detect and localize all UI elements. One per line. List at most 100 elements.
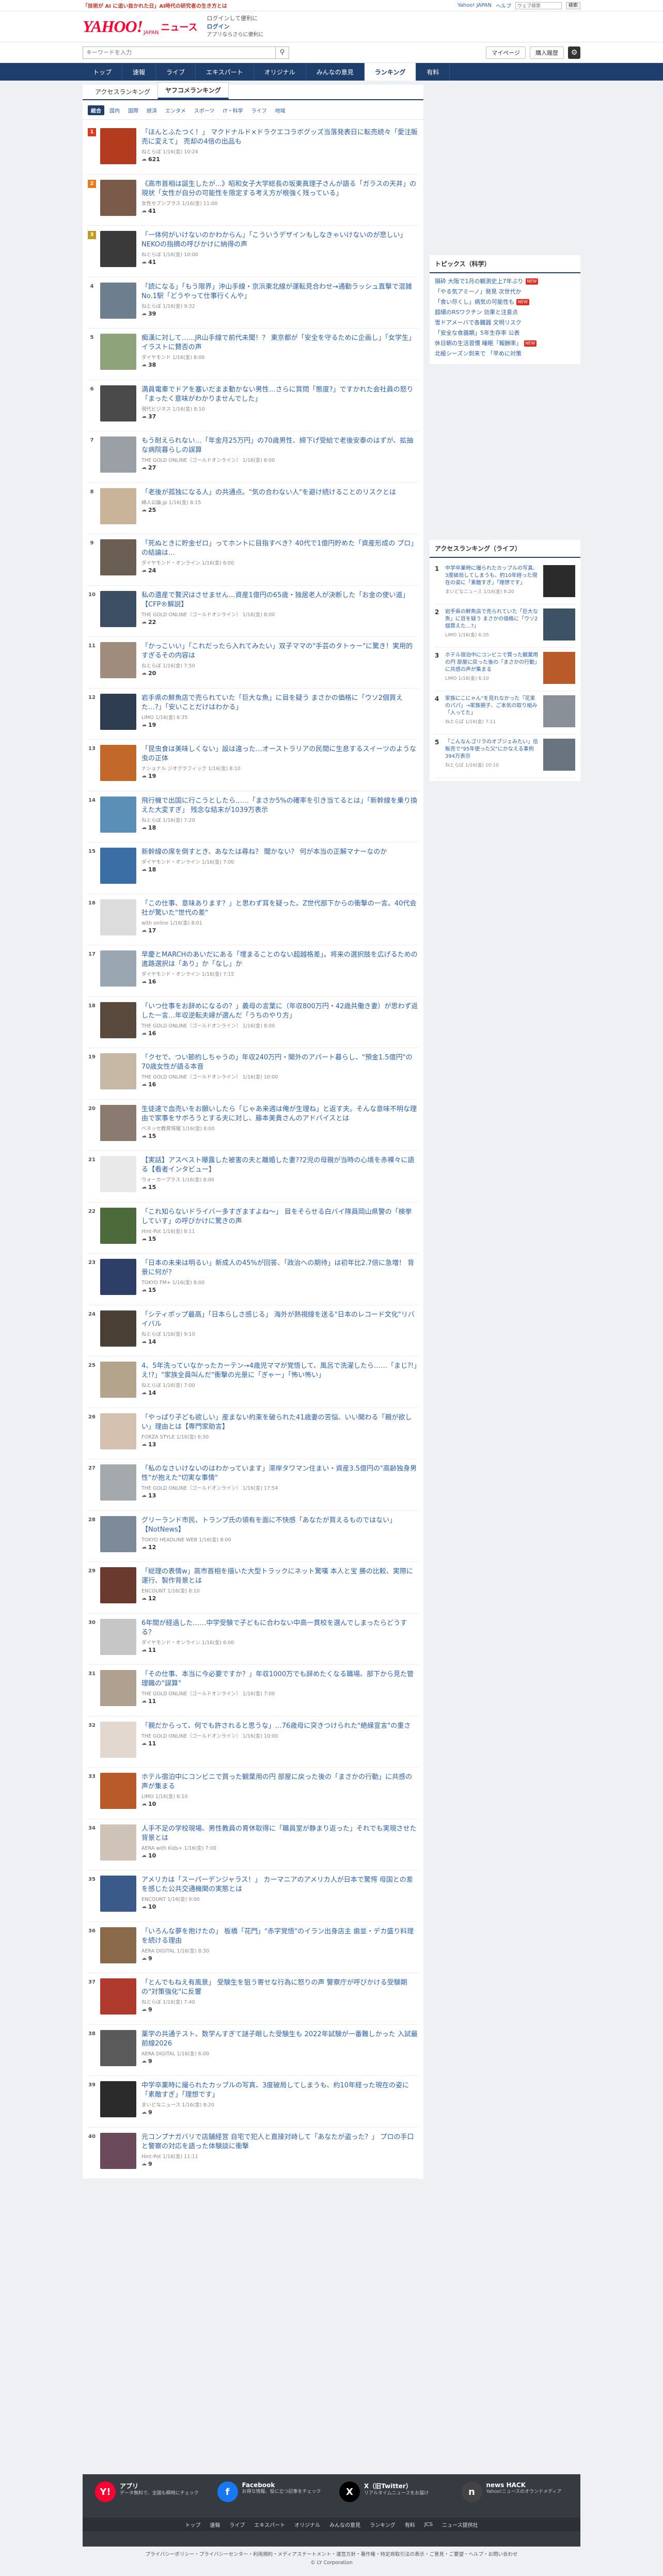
article-thumbnail[interactable] bbox=[100, 1567, 136, 1603]
comment-count[interactable]: ☁ 18 bbox=[141, 824, 418, 831]
article-thumbnail[interactable] bbox=[100, 2029, 136, 2066]
comment-count[interactable]: ☁ 27 bbox=[141, 464, 418, 471]
nav-tab[interactable]: みんなの意見 bbox=[306, 63, 365, 81]
footer-nav-link[interactable]: 速報 bbox=[210, 2521, 220, 2528]
nav-tab[interactable]: オリジナル bbox=[254, 63, 306, 81]
comment-count[interactable]: ☁ 11 bbox=[141, 1698, 418, 1705]
article-title-link[interactable]: アメリカは「スーパーデンジャラス！」 カーマニアのアメリカ人が日本で驚愕 母国と… bbox=[141, 1876, 418, 1894]
article-title-link[interactable]: 満員電車でドアを塞いだまま動かない男性…さらに質問「態度?」ですかれた会社員の怒… bbox=[141, 385, 418, 404]
life-item-title[interactable]: ホテル宿泊中にコンビニで買った観葉用の円 部屋に戻った後の「まさかの行動」に共感… bbox=[445, 652, 540, 674]
news-search-input[interactable] bbox=[83, 46, 275, 58]
comment-count[interactable]: ☁ 10 bbox=[141, 1801, 418, 1807]
article-title-link[interactable]: 早慶とMARCHのあいだにある「埋まることのない超越格差」。将来の選択肢を広げる… bbox=[141, 950, 418, 969]
footer-nav-link[interactable]: ランキング bbox=[370, 2521, 396, 2528]
article-title-link[interactable]: 「死ぬときに貯金ゼロ」ってホントに目指すべき？40代で1億円貯めた「資産形成の … bbox=[141, 539, 418, 558]
article-thumbnail[interactable] bbox=[100, 1053, 136, 1089]
life-item-thumbnail[interactable] bbox=[543, 739, 575, 771]
article-thumbnail[interactable] bbox=[100, 1413, 136, 1449]
article-thumbnail[interactable] bbox=[100, 1156, 136, 1192]
article-title-link[interactable]: もう耐えられない…「年金月25万円」の70歳男性、締下げ受給で老後安泰のはずが、… bbox=[141, 436, 418, 455]
news-label[interactable]: ニュース bbox=[161, 20, 197, 34]
footer-nav-link[interactable]: 有料 bbox=[405, 2521, 415, 2528]
article-thumbnail[interactable] bbox=[100, 1310, 136, 1347]
article-title-link[interactable]: 【実話】アスベスト曝露した被害の夫と離婚した妻??2児の母親が当時の心境を赤裸々… bbox=[141, 1156, 418, 1175]
comment-count[interactable]: ☁ 15 bbox=[141, 1287, 418, 1293]
article-title-link[interactable]: 「ほんとふたつく！」 マクドナルド×ドラクエコラボグッズ当落発表日に転売続々「愛… bbox=[141, 128, 418, 147]
comment-count[interactable]: ☁ 38 bbox=[141, 362, 418, 368]
article-thumbnail[interactable] bbox=[100, 385, 136, 421]
article-thumbnail[interactable] bbox=[100, 745, 136, 781]
life-item-title[interactable]: 「こんなんゴリラのオブジェみたい」信販売で"95年使った父"にかなえる事例 39… bbox=[445, 739, 540, 760]
life-item-thumbnail[interactable] bbox=[543, 695, 575, 727]
comment-count[interactable]: ☁ 10 bbox=[141, 1903, 418, 1910]
article-thumbnail[interactable] bbox=[100, 1259, 136, 1295]
mypage-button[interactable]: マイページ bbox=[486, 46, 526, 59]
life-item-title[interactable]: 岩手県の鮮魚店で売られていた「巨大な魚」に目を疑う まさかの価格に「ウソ2個買え… bbox=[445, 608, 540, 630]
article-title-link[interactable]: 「クセで、つい節約しちゃうの」年収240万円・関外のアパート暮らし、"預金1.5… bbox=[141, 1053, 418, 1072]
topic-item[interactable]: 「食い尽くし」病気の可能性も NEW bbox=[435, 297, 575, 307]
nav-tab[interactable]: エキスパート bbox=[196, 63, 254, 81]
comment-count[interactable]: ☁ 15 bbox=[141, 1184, 418, 1191]
article-title-link[interactable]: 岩手県の鮮魚店で売られていた「巨大な魚」に目を疑う まさかの価格に「ウソ2個買え… bbox=[141, 694, 418, 712]
article-thumbnail[interactable] bbox=[100, 1002, 136, 1038]
nav-tab[interactable]: トップ bbox=[83, 63, 123, 81]
article-thumbnail[interactable] bbox=[100, 1978, 136, 2015]
comment-count[interactable]: ☁ 11 bbox=[141, 1647, 418, 1653]
article-title-link[interactable]: 中学卒業時に撮られたカップルの写真、3度破局してしまうも、約10年経った現在の姿… bbox=[141, 2081, 418, 2100]
article-thumbnail[interactable] bbox=[100, 128, 136, 164]
article-title-link[interactable]: 人手不足の学校現場、男性教員の育休取得に「職員室が静まり返った」それでも実現させ… bbox=[141, 1824, 418, 1843]
article-title-link[interactable]: 私の遺産で贅沢はさせません…資産1億円の65歳・独居老人が決断した「お金の使い道… bbox=[141, 591, 418, 610]
article-thumbnail[interactable] bbox=[100, 693, 136, 730]
life-item-title[interactable]: 中学卒業時に撮られたカップルの写真、3度破局してしまうも、約10年経った現在の姿… bbox=[445, 565, 540, 587]
comment-count[interactable]: ☁ 14 bbox=[141, 1390, 418, 1396]
footer-social-item[interactable]: X X（旧Twitter） リアルタイムニュースをお届け bbox=[339, 2481, 446, 2510]
web-search-input[interactable] bbox=[515, 2, 562, 9]
nav-tab[interactable]: ランキング bbox=[364, 63, 417, 81]
article-thumbnail[interactable] bbox=[100, 1104, 136, 1141]
comment-count[interactable]: ☁ 9 bbox=[141, 2109, 418, 2116]
comment-count[interactable]: ☁ 22 bbox=[141, 619, 418, 626]
article-thumbnail[interactable] bbox=[100, 950, 136, 987]
category-tab[interactable]: 経済 bbox=[144, 105, 160, 115]
topic-item[interactable]: 北極シーズン到来で 「早めに対策 bbox=[435, 349, 575, 359]
life-item-thumbnail[interactable] bbox=[543, 565, 575, 597]
comment-count[interactable]: ☁ 9 bbox=[141, 1955, 418, 1962]
footer-nav-link[interactable]: トップ bbox=[185, 2521, 200, 2528]
tab-access-ranking[interactable]: アクセスランキング bbox=[88, 84, 157, 99]
yahoo-japan-link[interactable]: Yahoo! JAPAN bbox=[457, 3, 492, 8]
article-title-link[interactable]: 元コンプナガバリで店舗経営 自宅で犯人と直接対峙して「あなたが盗った？」 プロの… bbox=[141, 2133, 418, 2151]
article-thumbnail[interactable] bbox=[100, 2081, 136, 2117]
article-thumbnail[interactable] bbox=[100, 1721, 136, 1758]
comment-count[interactable]: ☁ 19 bbox=[141, 722, 418, 728]
article-title-link[interactable]: 「総理の表情w」高市首相を描いた大型トラックにネット驚嘆 本人と宝 勝の比較、実… bbox=[141, 1567, 418, 1586]
category-tab[interactable]: 国内 bbox=[106, 105, 123, 115]
article-thumbnail[interactable] bbox=[100, 1824, 136, 1861]
legal-links[interactable]: プライバシーポリシー・プライバシーセンター・利用規約・メディアステートメント・運… bbox=[0, 2551, 663, 2559]
comment-count[interactable]: ☁ 16 bbox=[141, 1030, 418, 1037]
category-tab[interactable]: ライフ bbox=[248, 105, 270, 115]
article-thumbnail[interactable] bbox=[100, 282, 136, 319]
article-title-link[interactable]: 「日本の未来は明るい」新成人の45%が回答、「政治への期待」は初年比2.7倍に急… bbox=[141, 1259, 418, 1277]
article-thumbnail[interactable] bbox=[100, 2132, 136, 2169]
article-title-link[interactable]: 「これ知らないドライバー多すぎますよね～」 目をそらせる白バイ隊員岡山県警の「検… bbox=[141, 1208, 418, 1226]
topic-item[interactable]: 休日朝の生活習慣 睡眠「報酬率」 NEW bbox=[435, 338, 575, 349]
category-tab[interactable]: スポーツ bbox=[191, 105, 218, 115]
article-title-link[interactable]: 飛行機で出国に行こうとしたら……「まさか5%の確率を引き当てるとは」「新幹線を乗… bbox=[141, 797, 418, 815]
comment-count[interactable]: ☁ 13 bbox=[141, 1492, 418, 1499]
comment-count[interactable]: ☁ 15 bbox=[141, 1236, 418, 1242]
life-item-thumbnail[interactable] bbox=[543, 608, 575, 641]
article-thumbnail[interactable] bbox=[100, 642, 136, 678]
comment-count[interactable]: ☁ 621 bbox=[141, 156, 418, 163]
article-thumbnail[interactable] bbox=[100, 1618, 136, 1655]
comment-count[interactable]: ☁ 16 bbox=[141, 1081, 418, 1088]
article-title-link[interactable]: 「その仕事、本当に今必要ですか？」年収1000万でも辞めたくなる職場、部下から見… bbox=[141, 1670, 418, 1689]
article-title-link[interactable]: 「一体何がいけないのかわからん」「こういうデザインもしなきゃいけないのが悲しい」… bbox=[141, 231, 418, 249]
article-title-link[interactable]: 「昆虫食は美味しくない」設は違った…オーストラリアの民間に生息するスイーツのよう… bbox=[141, 745, 418, 763]
comment-count[interactable]: ☁ 19 bbox=[141, 773, 418, 779]
article-title-link[interactable]: 「親だからって、何でも許されると思うな」…76歳母に突きつけられた"絶縁宣言"の… bbox=[141, 1722, 418, 1731]
comment-count[interactable]: ☁ 20 bbox=[141, 670, 418, 677]
help-link[interactable]: ヘルプ bbox=[496, 2, 511, 9]
comment-count[interactable]: ☁ 9 bbox=[141, 2161, 418, 2167]
article-title-link[interactable]: 6年間が経過した……中学受験で子どもに合わない中高一貫校を選んでしまったらどうす… bbox=[141, 1619, 418, 1637]
article-thumbnail[interactable] bbox=[100, 488, 136, 524]
